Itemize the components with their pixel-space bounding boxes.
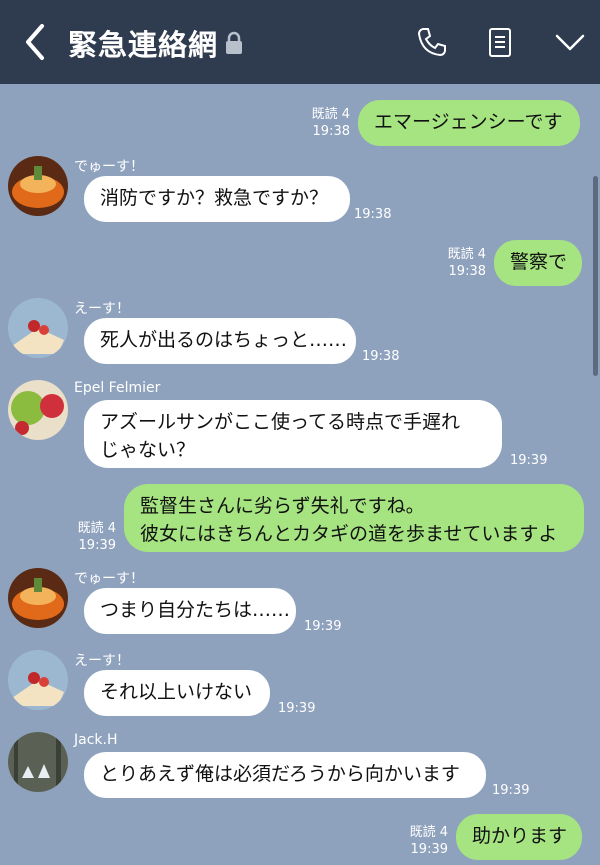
message-bubble-in[interactable]: つまり自分たちは…… (84, 588, 296, 634)
read-receipt: 既読 4 19:38 (294, 106, 350, 140)
message-bubble-out[interactable]: 警察で (494, 240, 582, 286)
message-bubble-out[interactable]: 助かります (456, 814, 582, 860)
read-count: 既読 4 (409, 825, 448, 840)
chat-title-wrap: 緊急連絡網 (68, 22, 244, 64)
message-bubble-in[interactable]: 死人が出るのはちょっと…… (84, 318, 356, 364)
message-time: 19:39 (492, 783, 530, 798)
lock-icon (226, 31, 243, 54)
sender-name: えーす！ (74, 301, 130, 317)
read-receipt: 既読 4 19:39 (60, 520, 116, 554)
notes-icon[interactable] (482, 24, 518, 60)
message-time: 19:38 (448, 264, 486, 279)
avatar[interactable] (8, 380, 68, 440)
chat-header: 緊急連絡網 (0, 0, 600, 84)
sender-name: でゅーす！ (74, 159, 144, 175)
sender-name: でゅーす！ (74, 571, 144, 587)
message-time: 19:38 (354, 207, 392, 222)
message-line: じゃない？ (100, 439, 196, 461)
message-time: 19:39 (278, 701, 316, 716)
message-time: 19:39 (304, 619, 342, 634)
sender-name: Jack.H (74, 732, 118, 748)
message-line: 彼女にはきちんとカタギの道を歩ませていますよ (140, 523, 558, 545)
read-count: 既読 4 (447, 247, 486, 262)
read-receipt: 既読 4 19:38 (430, 246, 486, 280)
sender-name: えーす！ (74, 653, 130, 669)
message-bubble-out[interactable]: 監督生さんに劣らず失礼ですね。 彼女にはきちんとカタギの道を歩ませていますよ (124, 484, 584, 552)
read-count: 既読 4 (311, 107, 350, 122)
scrollbar[interactable] (593, 176, 598, 376)
back-chevron-icon[interactable] (18, 20, 54, 64)
chat-title: 緊急連絡網 (68, 28, 219, 62)
message-bubble-in[interactable]: 消防ですか？救急ですか？ (84, 176, 350, 222)
message-line: 監督生さんに劣らず失礼ですね。 (140, 495, 425, 517)
chat-area[interactable]: 既読 4 19:38 エマージェンシーです でゅーす！ 消防ですか？救急ですか？… (0, 84, 600, 865)
avatar[interactable] (8, 156, 68, 216)
sender-name: Epel Felmier (74, 380, 161, 396)
avatar[interactable] (8, 650, 68, 710)
avatar[interactable] (8, 298, 68, 358)
phone-icon[interactable] (414, 24, 450, 60)
chevron-down-icon[interactable] (552, 24, 588, 60)
avatar[interactable] (8, 568, 68, 628)
read-count: 既読 4 (77, 521, 116, 536)
message-time: 19:38 (312, 124, 350, 139)
message-bubble-in[interactable]: アズールサンがここ使ってる時点で手遅れ じゃない？ (84, 400, 502, 468)
message-time: 19:39 (78, 538, 116, 553)
message-bubble-out[interactable]: エマージェンシーです (358, 100, 580, 146)
message-time: 19:38 (362, 349, 400, 364)
message-time: 19:39 (410, 842, 448, 857)
message-bubble-in[interactable]: とりあえず俺は必須だろうから向かいます (84, 752, 486, 798)
message-line: アズールサンがここ使ってる時点で手遅れ (100, 411, 461, 433)
message-time: 19:39 (510, 453, 548, 468)
message-bubble-in[interactable]: それ以上いけない (84, 670, 270, 716)
read-receipt: 既読 4 19:39 (392, 824, 448, 858)
avatar[interactable] (8, 732, 68, 792)
